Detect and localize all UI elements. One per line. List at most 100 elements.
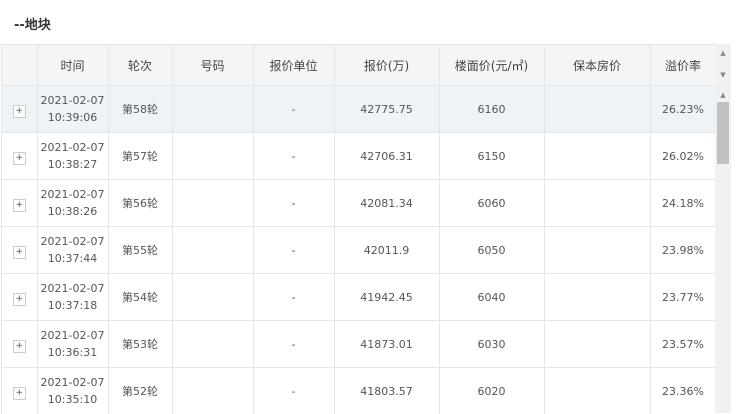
table-row[interactable]: + 2021-02-0710:36:31 第53轮 - 41873.01 603… (2, 321, 716, 368)
table-row[interactable]: + 2021-02-0710:38:27 第57轮 - 42706.31 615… (2, 133, 716, 180)
price-cell: 42081.34 (334, 180, 439, 227)
date-text: 2021-02-07 (41, 327, 105, 344)
time-text: 10:36:31 (48, 344, 97, 361)
price-cell: 41873.01 (334, 321, 439, 368)
column-header-bidder[interactable]: 报价单位 (253, 45, 334, 86)
time-cell: 2021-02-0710:36:31 (37, 321, 108, 368)
table-row[interactable]: + 2021-02-0710:39:06 第58轮 - 42775.75 616… (2, 86, 716, 133)
column-header-breakeven-price[interactable]: 保本房价 (544, 45, 650, 86)
bidder-cell: - (253, 86, 334, 133)
number-cell (172, 227, 253, 274)
round-cell: 第54轮 (108, 274, 172, 321)
premium-cell: 23.77% (650, 274, 716, 321)
number-cell (172, 133, 253, 180)
premium-cell: 23.36% (650, 368, 716, 414)
expand-plus-icon[interactable]: + (13, 387, 26, 400)
price-cell: 41803.57 (334, 368, 439, 414)
number-cell (172, 274, 253, 321)
time-cell: 2021-02-0710:39:06 (37, 86, 108, 133)
expand-cell: + (2, 180, 37, 227)
scroll-thumb[interactable] (717, 102, 729, 164)
time-text: 10:38:27 (48, 156, 97, 173)
expand-plus-icon[interactable]: + (13, 152, 26, 165)
time-cell: 2021-02-0710:37:44 (37, 227, 108, 274)
column-header-round[interactable]: 轮次 (108, 45, 172, 86)
price-cell: 42706.31 (334, 133, 439, 180)
breakeven-cell (544, 133, 650, 180)
bidder-cell: - (253, 274, 334, 321)
bidder-cell: - (253, 321, 334, 368)
date-text: 2021-02-07 (41, 139, 105, 156)
premium-cell: 23.57% (650, 321, 716, 368)
bidder-cell: - (253, 368, 334, 414)
round-cell: 第52轮 (108, 368, 172, 414)
vertical-scrollbar[interactable]: ▲ ▼ ▲ (715, 44, 731, 413)
body-scroll-up-arrow-icon[interactable]: ▲ (715, 88, 731, 102)
time-text: 10:37:44 (48, 250, 97, 267)
round-cell: 第57轮 (108, 133, 172, 180)
date-text: 2021-02-07 (41, 186, 105, 203)
premium-cell: 26.23% (650, 86, 716, 133)
breakeven-cell (544, 321, 650, 368)
table-row[interactable]: + 2021-02-0710:37:18 第54轮 - 41942.45 604… (2, 274, 716, 321)
price-cell: 41942.45 (334, 274, 439, 321)
floor-price-cell: 6020 (439, 368, 544, 414)
number-cell (172, 86, 253, 133)
time-cell: 2021-02-0710:37:18 (37, 274, 108, 321)
expand-plus-icon[interactable]: + (13, 246, 26, 259)
scroll-down-arrow-icon[interactable]: ▼ (715, 68, 731, 82)
premium-cell: 26.02% (650, 133, 716, 180)
floor-price-cell: 6050 (439, 227, 544, 274)
bidder-cell: - (253, 133, 334, 180)
breakeven-cell (544, 274, 650, 321)
floor-price-cell: 6160 (439, 86, 544, 133)
breakeven-cell (544, 180, 650, 227)
time-text: 10:38:26 (48, 203, 97, 220)
column-header-expand (2, 45, 37, 86)
floor-price-cell: 6030 (439, 321, 544, 368)
expand-cell: + (2, 227, 37, 274)
number-cell (172, 321, 253, 368)
breakeven-cell (544, 227, 650, 274)
time-text: 10:39:06 (48, 109, 97, 126)
expand-cell: + (2, 86, 37, 133)
bidder-cell: - (253, 227, 334, 274)
time-text: 10:35:10 (48, 391, 97, 408)
table-row[interactable]: + 2021-02-0710:37:44 第55轮 - 42011.9 6050… (2, 227, 716, 274)
expand-plus-icon[interactable]: + (13, 293, 26, 306)
breakeven-cell (544, 86, 650, 133)
premium-cell: 24.18% (650, 180, 716, 227)
round-cell: 第56轮 (108, 180, 172, 227)
round-cell: 第53轮 (108, 321, 172, 368)
floor-price-cell: 6040 (439, 274, 544, 321)
column-header-premium-rate[interactable]: 溢价率 (650, 45, 716, 86)
expand-plus-icon[interactable]: + (13, 199, 26, 212)
price-cell: 42775.75 (334, 86, 439, 133)
expand-plus-icon[interactable]: + (13, 105, 26, 118)
column-header-floor-price[interactable]: 楼面价(元/㎡) (439, 45, 544, 86)
breakeven-cell (544, 368, 650, 414)
price-cell: 42011.9 (334, 227, 439, 274)
bid-grid: 时间 轮次 号码 报价单位 报价(万) 楼面价(元/㎡) 保本房价 溢价率 + … (2, 45, 716, 414)
section-title: --地块 (14, 14, 51, 33)
date-text: 2021-02-07 (41, 233, 105, 250)
expand-cell: + (2, 368, 37, 414)
time-cell: 2021-02-0710:35:10 (37, 368, 108, 414)
expand-plus-icon[interactable]: + (13, 340, 26, 353)
column-header-price[interactable]: 报价(万) (334, 45, 439, 86)
table-row[interactable]: + 2021-02-0710:38:26 第56轮 - 42081.34 606… (2, 180, 716, 227)
date-text: 2021-02-07 (41, 280, 105, 297)
expand-cell: + (2, 274, 37, 321)
number-cell (172, 368, 253, 414)
number-cell (172, 180, 253, 227)
round-cell: 第55轮 (108, 227, 172, 274)
column-header-time[interactable]: 时间 (37, 45, 108, 86)
time-text: 10:37:18 (48, 297, 97, 314)
scroll-up-arrow-icon[interactable]: ▲ (715, 46, 731, 60)
expand-cell: + (2, 321, 37, 368)
bidder-cell: - (253, 180, 334, 227)
bid-history-table: 时间 轮次 号码 报价单位 报价(万) 楼面价(元/㎡) 保本房价 溢价率 + … (1, 44, 716, 414)
column-header-number[interactable]: 号码 (172, 45, 253, 86)
table-row[interactable]: + 2021-02-0710:35:10 第52轮 - 41803.57 602… (2, 368, 716, 414)
time-cell: 2021-02-0710:38:27 (37, 133, 108, 180)
